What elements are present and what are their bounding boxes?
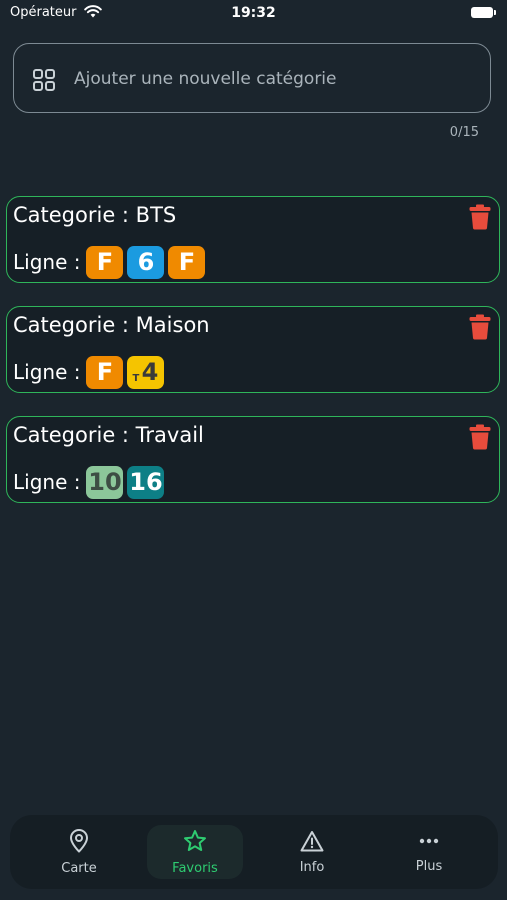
- category-card: Categorie : Travail Ligne : 10 16: [6, 416, 500, 503]
- trash-icon[interactable]: [469, 314, 491, 344]
- category-title: Categorie : BTS: [13, 203, 177, 227]
- tab-plus[interactable]: Plus: [381, 825, 477, 879]
- tab-bar: Carte Favoris Info Plus: [10, 815, 498, 889]
- tab-label: Plus: [415, 858, 443, 874]
- battery-icon: [471, 7, 496, 18]
- category-card: Categorie : BTS Ligne : F 6 F: [6, 196, 500, 283]
- trash-icon[interactable]: [469, 424, 491, 454]
- line-label: Ligne :: [13, 470, 81, 494]
- line-row: Ligne : F T 4: [13, 354, 168, 390]
- tab-label: Favoris: [172, 860, 218, 876]
- map-pin-icon: [68, 828, 90, 857]
- tab-info[interactable]: Info: [264, 825, 360, 879]
- line-badge[interactable]: F: [168, 245, 206, 279]
- add-category-field[interactable]: [13, 43, 491, 113]
- line-label: Ligne :: [13, 250, 81, 274]
- tab-label: Carte: [61, 860, 97, 876]
- line-badge[interactable]: F: [86, 355, 124, 389]
- add-category-input[interactable]: [72, 62, 476, 96]
- tram-line-badge[interactable]: T 4: [127, 355, 165, 389]
- status-bar: Opérateur 19:32: [0, 0, 507, 28]
- line-row: Ligne : F 6 F: [13, 244, 209, 280]
- warning-icon: [300, 830, 324, 856]
- category-title: Categorie : Maison: [13, 313, 210, 337]
- tab-favoris[interactable]: Favoris: [147, 825, 243, 879]
- line-row: Ligne : 10 16: [13, 464, 168, 500]
- category-title: Categorie : Travail: [13, 423, 204, 447]
- star-icon: [183, 829, 207, 857]
- tab-carte[interactable]: Carte: [31, 825, 127, 879]
- category-grid-icon: [32, 68, 56, 96]
- line-badge[interactable]: 16: [127, 465, 165, 499]
- category-card: Categorie : Maison Ligne : F T 4: [6, 306, 500, 393]
- clock: 19:32: [231, 5, 276, 21]
- line-label: Ligne :: [13, 360, 81, 384]
- tab-label: Info: [299, 859, 325, 875]
- trash-icon[interactable]: [469, 204, 491, 234]
- line-badge[interactable]: 10: [86, 465, 124, 499]
- line-badge[interactable]: 6: [127, 245, 165, 279]
- character-counter: 0/15: [449, 125, 479, 140]
- more-dots-icon: [417, 831, 441, 855]
- line-badge[interactable]: F: [86, 245, 124, 279]
